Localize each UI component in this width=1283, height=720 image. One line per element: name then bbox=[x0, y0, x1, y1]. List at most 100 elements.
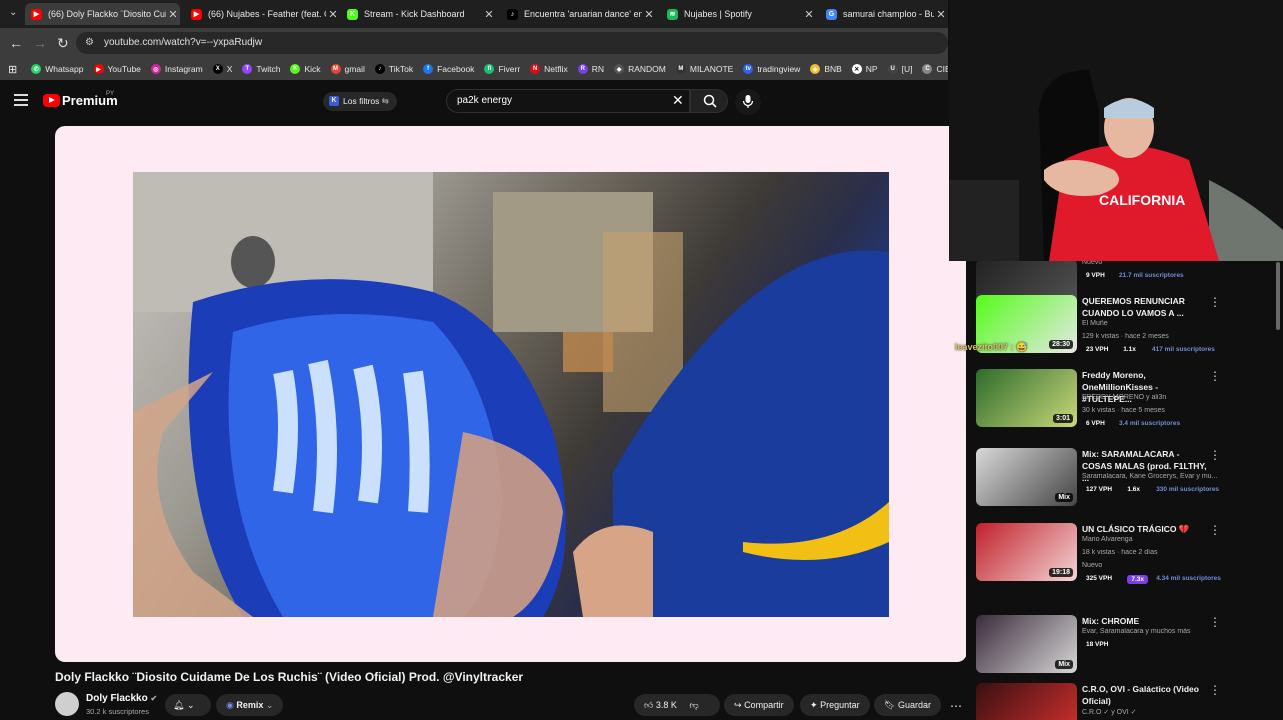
video-frame bbox=[133, 172, 889, 617]
thumbs-down-icon[interactable]: 👎︎ bbox=[689, 700, 698, 710]
back-icon[interactable]: ← bbox=[9, 35, 23, 51]
recommendation-stat: 21.7 mil suscriptores bbox=[1119, 272, 1184, 279]
recommendation-title[interactable]: UN CLÁSICO TRÁGICO 💔 bbox=[1082, 523, 1208, 535]
close-tab-icon[interactable]: ✕ bbox=[642, 8, 656, 21]
bookmark-item[interactable]: ✆ Whatsapp bbox=[31, 64, 84, 74]
url-text: youtube.com/watch?v=--yxpaRudjw bbox=[104, 37, 263, 48]
voice-search-button[interactable] bbox=[735, 89, 761, 115]
channel-name[interactable]: Doly Flackko ✔ bbox=[86, 693, 157, 704]
more-options-icon[interactable]: ⋮ bbox=[1209, 448, 1221, 462]
share-button[interactable]: ↪ Compartir bbox=[724, 694, 794, 716]
share-icon: ↪ bbox=[734, 700, 742, 710]
close-tab-icon[interactable]: ✕ bbox=[166, 8, 180, 21]
verified-icon: ✔ bbox=[150, 694, 158, 703]
bookmark-item[interactable]: Mgmail bbox=[330, 64, 365, 74]
apps-grid-icon[interactable]: ⊞ bbox=[8, 63, 17, 76]
bookmark-item[interactable]: f Facebook bbox=[423, 64, 474, 74]
bookmark-item[interactable]: U [U] bbox=[887, 64, 912, 74]
more-options-icon[interactable]: ⋮ bbox=[1209, 683, 1221, 697]
close-tab-icon[interactable]: ✕ bbox=[802, 8, 816, 21]
remix-button[interactable]: ◉ Remix ⌄ bbox=[216, 694, 284, 716]
bookmark-item[interactable]: tv tradingview bbox=[743, 64, 800, 74]
notifications-bell-button[interactable]: 🔔︎ ⌄ bbox=[165, 694, 211, 716]
url-input[interactable]: ⚙ youtube.com/watch?v=--yxpaRudjw bbox=[76, 32, 948, 54]
recommendation-thumbnail[interactable]: 3:01 bbox=[976, 369, 1077, 427]
save-button[interactable]: 🔖︎ Guardar bbox=[874, 694, 941, 716]
search-input[interactable]: pa2k energy bbox=[446, 89, 690, 113]
more-actions-icon[interactable]: ⋯ bbox=[950, 699, 962, 713]
tab-favicon-icon: G bbox=[826, 8, 837, 20]
recommendation-title[interactable]: QUEREMOS RENUNCIAR CUANDO LO VAMOS A ... bbox=[1082, 295, 1208, 319]
recommendation-thumbnail[interactable]: 19:18 bbox=[976, 523, 1077, 581]
close-tab-icon[interactable]: ✕ bbox=[934, 8, 948, 21]
bookmark-favicon-icon: ▶ bbox=[93, 64, 104, 74]
bookmark-item[interactable]: ▶ YouTube bbox=[93, 64, 141, 74]
recommendation-item[interactable]: Mix Mix: CHROME Evar, Saramalacara y mucho… bbox=[966, 611, 1283, 681]
bookmark-label: X bbox=[226, 64, 233, 74]
recommendation-title[interactable]: C.R.O, OVI - Galáctico (Video Oficial) bbox=[1082, 683, 1208, 707]
recommendation-meta: C.R.O ✓ y OVI ✓ bbox=[1082, 709, 1137, 716]
search-button[interactable] bbox=[690, 89, 728, 113]
bookmark-item[interactable]: ✕ NP bbox=[851, 64, 878, 74]
more-options-icon[interactable]: ⋮ bbox=[1209, 615, 1221, 629]
recommendation-stat: 4.34 mil suscriptores bbox=[1156, 575, 1221, 582]
bookmark-item[interactable]: M MILANOTE bbox=[675, 64, 733, 74]
bookmark-item[interactable]: ◎ Instagram bbox=[150, 64, 203, 74]
forward-icon[interactable]: → bbox=[33, 35, 47, 51]
recommendation-meta: El Muñe bbox=[1082, 320, 1108, 327]
browser-tab[interactable]: K Stream - Kick Dashboard ✕ bbox=[341, 3, 496, 25]
bookmark-label: Fiverr bbox=[498, 64, 521, 74]
more-options-icon[interactable]: ⋮ bbox=[1209, 369, 1221, 383]
video-duration: 19:18 bbox=[1049, 568, 1073, 577]
site-info-icon[interactable]: ⚙ bbox=[85, 32, 94, 54]
more-options-icon[interactable]: ⋮ bbox=[1209, 523, 1221, 537]
bookmark-item[interactable]: XX bbox=[212, 64, 233, 74]
sidebar-scrollbar[interactable] bbox=[1276, 262, 1280, 330]
close-tab-icon[interactable]: ✕ bbox=[482, 8, 496, 21]
hamburger-menu-icon[interactable] bbox=[14, 94, 28, 106]
bookmark-item[interactable]: T Twitch bbox=[242, 64, 280, 74]
bookmark-favicon-icon: M bbox=[675, 64, 686, 74]
bookmark-item[interactable]: ◆ RANDOM bbox=[614, 64, 666, 74]
browser-tab[interactable]: Gsamurai champloo - Buscar co✕ bbox=[820, 3, 948, 25]
bookmark-item[interactable]: ♪ TikTok bbox=[374, 64, 413, 74]
like-count: 3.8 K bbox=[655, 700, 677, 710]
recommendation-item[interactable]: 3:01 Freddy Moreno, OneMillionKisses - #T… bbox=[966, 365, 1283, 435]
webcam-feed-image: CALIFORNIA bbox=[949, 0, 1283, 261]
bookmark-item[interactable]: ◆ BNB bbox=[810, 64, 842, 74]
bookmark-label: Twitch bbox=[256, 64, 281, 74]
clear-search-icon[interactable]: ✕ bbox=[672, 92, 684, 109]
bookmark-item[interactable]: K Kick bbox=[290, 64, 321, 74]
bookmark-item[interactable]: R RN bbox=[577, 64, 604, 74]
browser-tab[interactable]: ♪ Encuentra 'aruarian dance' en T ✕ bbox=[501, 3, 656, 25]
browser-tab[interactable]: ▶ (66) Nujabes - Feather (feat. Cu ✕ bbox=[185, 3, 340, 25]
bookmark-label: Kick bbox=[304, 64, 321, 74]
share-label: Compartir bbox=[744, 700, 784, 710]
bookmark-item[interactable]: C CIB bbox=[922, 64, 948, 74]
recommendation-stat: 3.4 mil suscriptores bbox=[1119, 420, 1181, 427]
filters-button[interactable]: Los filtros ⇆ bbox=[323, 92, 397, 111]
more-options-icon[interactable]: ⋮ bbox=[1209, 295, 1221, 309]
shirt-print: CALIFORNIA bbox=[1099, 192, 1185, 208]
tab-search-dropdown[interactable]: ⌄ bbox=[9, 7, 17, 18]
video-player[interactable] bbox=[55, 126, 967, 662]
recommendation-thumbnail[interactable]: Mix bbox=[976, 615, 1077, 673]
bookmark-label: Instagram bbox=[164, 64, 203, 74]
recommendation-thumbnail[interactable]: Mix bbox=[976, 448, 1077, 506]
recommendation-title[interactable]: Mix: CHROME bbox=[1082, 615, 1208, 627]
browser-tab[interactable]: ▶ (66) Doly Flackko ¨Diosito Cuid ✕ bbox=[25, 3, 180, 25]
recommendation-item[interactable]: 19:18 UN CLÁSICO TRÁGICO 💔 Mario Alvarenga… bbox=[966, 519, 1283, 589]
bookmark-favicon-icon: ✆ bbox=[31, 64, 42, 74]
close-tab-icon[interactable]: ✕ bbox=[326, 8, 340, 21]
recommendation-item[interactable]: Mix Mix: SARAMALACARA - COSAS MALAS (prod… bbox=[966, 444, 1283, 514]
youtube-logo-icon[interactable] bbox=[43, 94, 60, 107]
reload-icon[interactable]: ↻ bbox=[57, 35, 69, 52]
bookmark-item[interactable]: fi Fiverr bbox=[484, 64, 520, 74]
channel-avatar[interactable] bbox=[55, 692, 79, 716]
like-button[interactable]: 👍︎ 3.8 K 👎︎ bbox=[634, 694, 720, 716]
ask-button[interactable]: ✦ Preguntar bbox=[800, 694, 870, 716]
browser-tab[interactable]: ≋ Nujabes | Spotify ✕ bbox=[661, 3, 816, 25]
recommendation-item[interactable]: C.R.O, OVI - Galáctico (Video Oficial) C.… bbox=[966, 679, 1283, 720]
recommendation-thumbnail[interactable] bbox=[976, 683, 1077, 720]
bookmark-item[interactable]: N Netflix bbox=[530, 64, 568, 74]
